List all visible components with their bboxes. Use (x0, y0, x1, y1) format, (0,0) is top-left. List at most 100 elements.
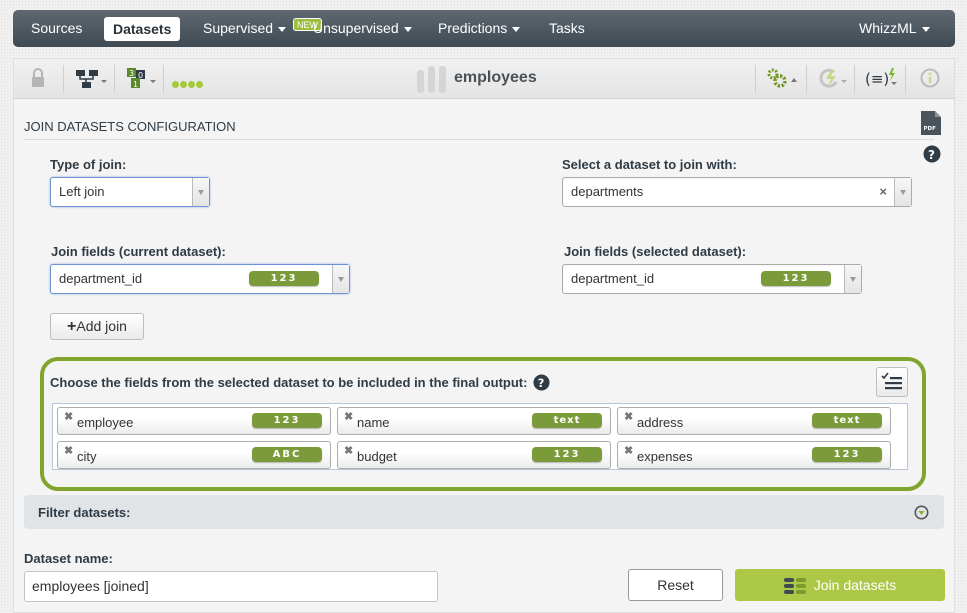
toolbar-divider (905, 65, 906, 93)
field-name: expenses (637, 449, 693, 464)
add-join-button[interactable]: +Add join (50, 313, 144, 340)
nav-tasks-label: Tasks (549, 20, 585, 36)
chevron-down-icon[interactable] (844, 265, 861, 293)
nav-whizzml[interactable]: WhizzML (851, 10, 938, 47)
nav-datasets-label: Datasets (113, 21, 172, 37)
field-name: city (77, 449, 97, 464)
field-type-badge: ABC (252, 447, 322, 462)
join-selected-select[interactable]: department_id 123 (562, 264, 862, 294)
output-fields-section: Choose the fields from the selected data… (40, 357, 926, 491)
nav-supervised[interactable]: Supervised (195, 10, 294, 47)
chevron-down-icon (403, 26, 412, 32)
help-icon[interactable]: ? (923, 145, 941, 168)
remove-icon[interactable]: ✖ (624, 444, 633, 457)
nav-sources-label: Sources (31, 20, 83, 36)
nav-unsupervised-label: Unsupervised (313, 20, 399, 36)
remove-icon[interactable]: ✖ (64, 410, 73, 423)
join-datasets-label: Join datasets (813, 577, 897, 593)
reset-label: Reset (657, 577, 694, 593)
formula-icon[interactable]: (≡) (865, 67, 901, 91)
progress-dots-icon (172, 75, 204, 99)
nav-predictions-label: Predictions (438, 20, 508, 36)
filter-datasets-label: Filter datasets: (38, 505, 131, 520)
reset-button[interactable]: Reset (628, 569, 723, 601)
field-name: address (637, 415, 684, 430)
filter-datasets-toggle[interactable]: Filter datasets: (24, 495, 944, 529)
expand-icon[interactable] (914, 505, 929, 525)
output-fields-title: Choose the fields from the selected data… (50, 375, 528, 390)
type-of-join-select[interactable]: Left join (50, 177, 210, 207)
field-chip[interactable]: ✖ name text (337, 407, 611, 435)
field-type-badge: text (812, 413, 882, 428)
info-icon[interactable] (920, 67, 942, 91)
main-panel: 301 employees (≡) JOIN DATASETS CONFIGUR… (13, 58, 955, 613)
dataset-name-input[interactable]: employees [joined] (24, 571, 438, 602)
join-selected-label: Join fields (selected dataset): (564, 244, 747, 259)
help-icon[interactable]: ? (533, 374, 550, 396)
type-of-join-label: Type of join: (50, 157, 127, 172)
toolbar-divider (806, 65, 807, 93)
field-name: name (357, 415, 390, 430)
chevron-down-icon[interactable] (894, 178, 911, 206)
svg-text:PDF: PDF (924, 126, 937, 132)
field-type-badge: 123 (812, 447, 882, 462)
join-selected-value: department_id (571, 271, 655, 286)
remove-icon[interactable]: ✖ (344, 444, 353, 457)
dataset-title: employees (454, 69, 537, 86)
field-chip[interactable]: ✖ city ABC (57, 441, 331, 469)
toolbar-divider (114, 65, 115, 93)
join-current-label: Join fields (current dataset): (51, 244, 226, 259)
svg-text:?: ? (538, 376, 545, 390)
chevron-down-icon (278, 26, 287, 32)
field-type-badge: 123 (761, 271, 831, 286)
add-join-label: Add join (76, 318, 127, 334)
chevron-down-icon[interactable] (192, 178, 209, 206)
field-chip[interactable]: ✖ expenses 123 (617, 441, 891, 469)
fields-multiselect[interactable]: ✖ employee 123 ✖ name text ✖ address tex… (52, 403, 908, 470)
reload-lightning-icon[interactable] (817, 67, 849, 91)
section-title: JOIN DATASETS CONFIGURATION (24, 119, 236, 134)
field-name: budget (357, 449, 397, 464)
lock-icon[interactable] (31, 67, 45, 91)
chevron-down-icon[interactable] (332, 265, 349, 293)
gears-icon[interactable] (766, 67, 800, 91)
toolbar-divider (163, 65, 164, 93)
join-current-select[interactable]: department_id 123 (50, 264, 350, 294)
svg-text:3: 3 (129, 69, 134, 78)
join-icon (783, 578, 806, 595)
select-all-fields-button[interactable] (876, 367, 908, 397)
remove-icon[interactable]: ✖ (344, 410, 353, 423)
nav-tasks[interactable]: Tasks (541, 10, 593, 47)
field-types-icon[interactable]: 301 (127, 67, 159, 91)
field-name: employee (77, 415, 134, 430)
clear-icon[interactable]: × (879, 178, 887, 206)
chevron-down-icon (512, 26, 521, 32)
field-type-badge: 123 (252, 413, 322, 428)
nav-unsupervised[interactable]: Unsupervised (305, 10, 420, 47)
toolbar-divider (63, 65, 64, 93)
field-type-badge: 123 (249, 271, 319, 286)
plus-icon: + (67, 318, 77, 335)
tree-icon[interactable] (76, 67, 110, 91)
svg-text:1: 1 (133, 80, 138, 89)
remove-icon[interactable]: ✖ (624, 410, 633, 423)
select-dataset-value: departments (571, 184, 644, 199)
nav-predictions[interactable]: Predictions (430, 10, 528, 47)
field-type-badge: text (532, 413, 602, 428)
field-chip[interactable]: ✖ address text (617, 407, 891, 435)
join-current-value: department_id (59, 271, 143, 286)
toolbar-divider (854, 65, 855, 93)
svg-text:?: ? (928, 148, 935, 162)
remove-icon[interactable]: ✖ (64, 444, 73, 457)
nav-supervised-label: Supervised (203, 20, 274, 36)
field-chip[interactable]: ✖ employee 123 (57, 407, 331, 435)
svg-text:(≡): (≡) (865, 70, 889, 88)
field-chip[interactable]: ✖ budget 123 (337, 441, 611, 469)
nav-sources[interactable]: Sources (23, 10, 90, 47)
join-datasets-button[interactable]: Join datasets (735, 569, 945, 601)
nav-datasets[interactable]: Datasets (104, 17, 181, 41)
nav-whizzml-label: WhizzML (859, 20, 917, 36)
select-dataset-select[interactable]: departments × (562, 177, 912, 207)
top-navbar: Sources Datasets Supervised NEW Unsuperv… (13, 10, 955, 47)
pdf-icon[interactable]: PDF (921, 111, 941, 140)
